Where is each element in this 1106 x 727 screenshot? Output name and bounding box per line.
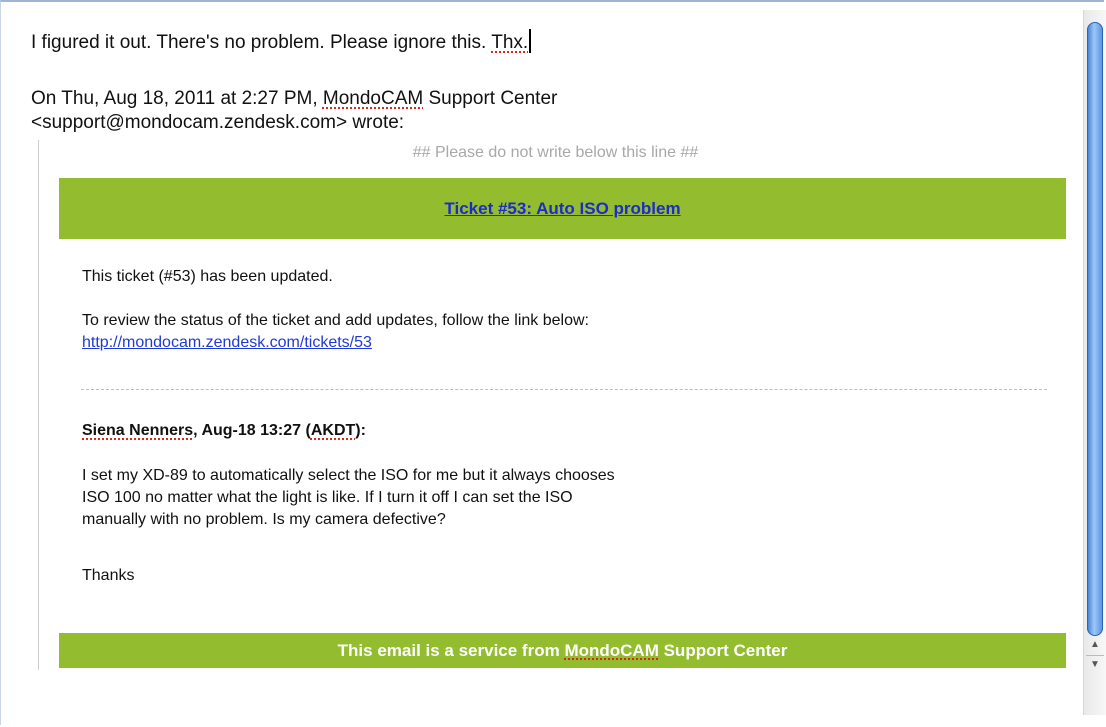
ticket-header-banner: Ticket #53: Auto ISO problem <box>59 178 1066 239</box>
attribution-prefix: On Thu, Aug 18, 2011 at 2:27 PM, <box>31 88 323 109</box>
author-date: , Aug-18 13:27 ( <box>193 422 311 439</box>
quoted-message: ## Please do not write below this line #… <box>38 140 1072 670</box>
scroll-arrow-divider <box>1086 655 1104 656</box>
reply-message: I figured it out. There's no problem. Pl… <box>31 32 492 53</box>
text-caret <box>529 29 531 53</box>
ticket-updated-text: This ticket (#53) has been updated. <box>82 268 333 285</box>
author-name[interactable]: Siena Nenners <box>82 422 193 439</box>
author-timezone[interactable]: AKDT <box>311 422 355 439</box>
vertical-scrollbar[interactable]: ▲ ▼ <box>1083 10 1106 715</box>
comment-author: Siena Nenners, Aug-18 13:27 (AKDT): <box>82 420 366 442</box>
attribution-brand[interactable]: MondoCAM <box>323 88 423 109</box>
review-text: To review the status of the ticket and a… <box>82 312 589 329</box>
attribution-line-2: <support@mondocam.zendesk.com> wrote: <box>31 112 405 133</box>
comment-closing: Thanks <box>82 567 135 584</box>
dashed-divider <box>81 389 1047 390</box>
footer-banner: This email is a service from MondoCAM Su… <box>59 633 1066 668</box>
comment-line: manually with no problem. Is my camera d… <box>82 511 446 528</box>
attribution-line-1: On Thu, Aug 18, 2011 at 2:27 PM, MondoCA… <box>31 87 557 111</box>
reply-text[interactable]: I figured it out. There's no problem. Pl… <box>31 29 531 54</box>
comment-line: I set my XD-89 to automatically select t… <box>82 467 615 484</box>
scroll-up-arrow-icon[interactable]: ▲ <box>1088 638 1102 652</box>
comment-line: ISO 100 no matter what the light is like… <box>82 489 573 506</box>
ticket-title-link[interactable]: Ticket #53: Auto ISO problem <box>444 199 680 219</box>
scroll-down-arrow-icon[interactable]: ▼ <box>1088 658 1102 672</box>
quote-attribution: On Thu, Aug 18, 2011 at 2:27 PM, MondoCA… <box>31 87 557 135</box>
footer-prefix: This email is a service from <box>337 640 560 660</box>
review-instructions: To review the status of the ticket and a… <box>82 310 589 354</box>
author-end: ): <box>355 422 366 439</box>
attribution-suffix: Support Center <box>423 88 558 109</box>
misspelled-word[interactable]: Thx. <box>491 32 528 53</box>
separator-notice: ## Please do not write below this line #… <box>412 144 699 161</box>
ticket-url-link[interactable]: http://mondocam.zendesk.com/tickets/53 <box>82 334 372 351</box>
comment-body: I set my XD-89 to automatically select t… <box>82 465 615 531</box>
footer-suffix: Support Center <box>658 640 788 660</box>
scrollbar-thumb[interactable] <box>1087 22 1103 636</box>
compose-area[interactable]: I figured it out. There's no problem. Pl… <box>0 0 1082 727</box>
footer-brand[interactable]: MondoCAM <box>564 641 658 661</box>
